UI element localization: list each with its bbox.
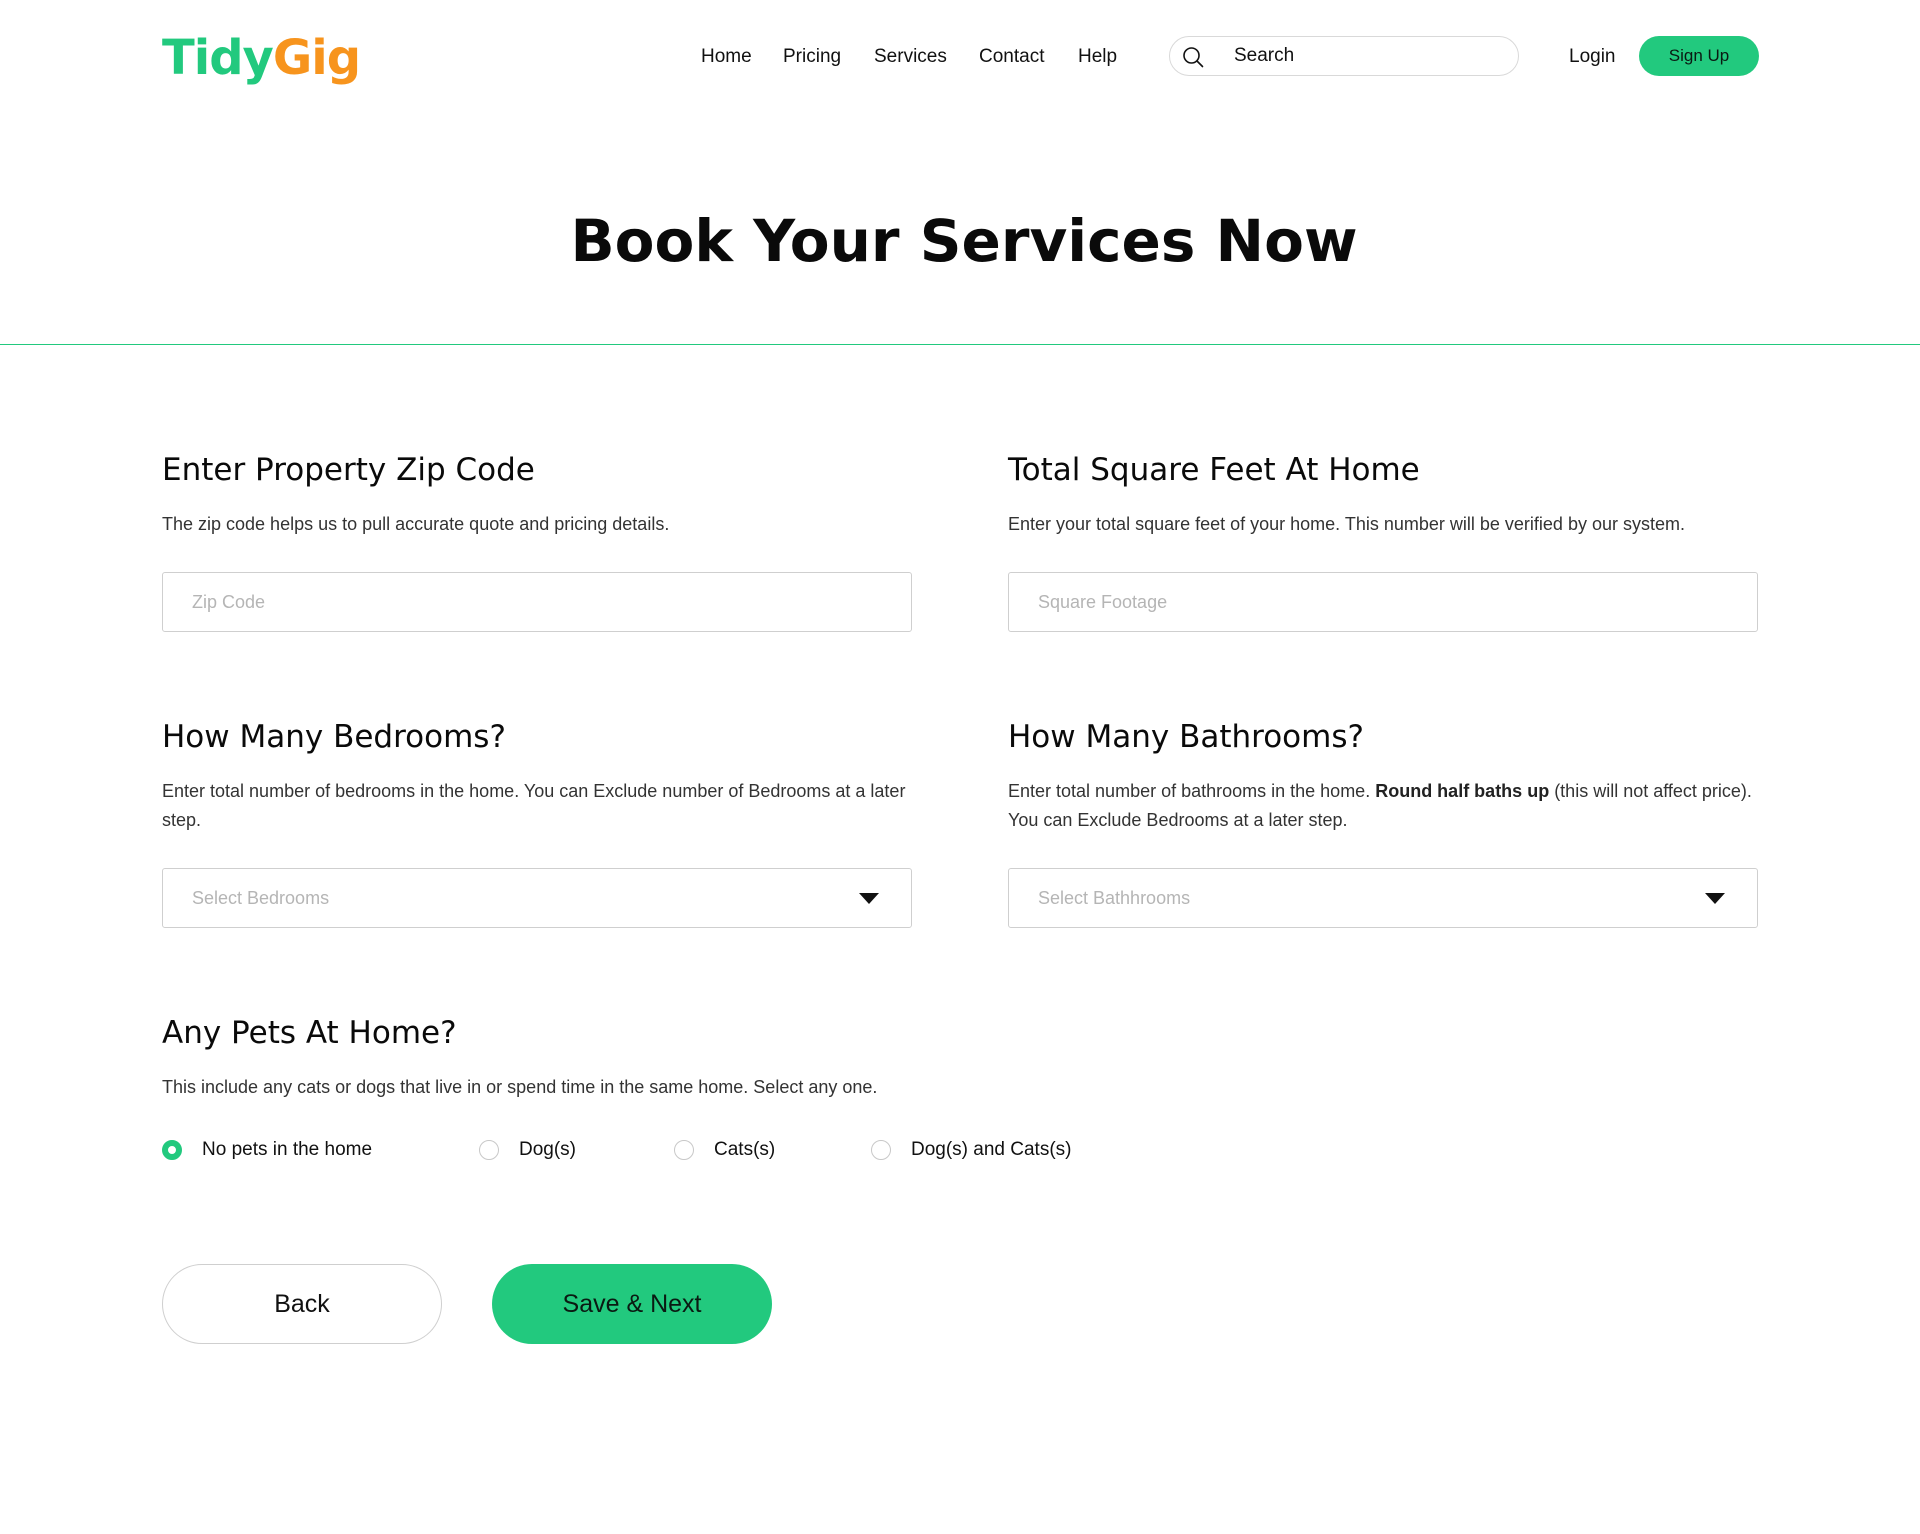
- square-feet-section: Total Square Feet At Home Enter your tot…: [1008, 450, 1758, 539]
- bedrooms-select[interactable]: Select Bedrooms: [162, 868, 912, 928]
- pets-option-label: Dog(s) and Cats(s): [911, 1139, 1072, 1160]
- search-input[interactable]: [1234, 37, 1504, 75]
- pets-option-label: Dog(s): [519, 1139, 577, 1160]
- pets-option-label: Cats(s): [714, 1139, 776, 1160]
- search-icon[interactable]: [1182, 46, 1204, 68]
- bathrooms-select[interactable]: Select Bathhrooms: [1008, 868, 1758, 928]
- search-bar[interactable]: [1169, 36, 1519, 76]
- nav-pricing[interactable]: Pricing: [783, 44, 841, 70]
- bathrooms-section: How Many Bathrooms? Enter total number o…: [1008, 717, 1758, 835]
- radio-unchecked-icon[interactable]: [871, 1140, 891, 1160]
- bedrooms-section: How Many Bedrooms? Enter total number of…: [162, 717, 912, 835]
- pets-title: Any Pets At Home?: [162, 1015, 457, 1051]
- bathrooms-title: How Many Bathrooms?: [1008, 719, 1364, 755]
- zip-code-input[interactable]: [162, 572, 912, 632]
- nav-help[interactable]: Help: [1078, 44, 1117, 70]
- save-next-button[interactable]: Save & Next: [492, 1264, 772, 1344]
- bedrooms-description: Enter total number of bedrooms in the ho…: [162, 781, 906, 830]
- brand-logo-part1: Tidy: [162, 30, 274, 86]
- site-header: TidyGig Home Pricing Services Contact He…: [0, 0, 1920, 112]
- pets-section: Any Pets At Home? This include any cats …: [162, 1013, 912, 1102]
- chevron-down-icon: [859, 893, 879, 904]
- zip-code-description: The zip code helps us to pull accurate q…: [162, 514, 670, 534]
- nav-home[interactable]: Home: [701, 44, 752, 70]
- pets-description: This include any cats or dogs that live …: [162, 1077, 878, 1097]
- brand-logo-part2: Gig: [272, 30, 361, 86]
- zip-code-section: Enter Property Zip Code The zip code hel…: [162, 450, 912, 539]
- radio-unchecked-icon[interactable]: [479, 1140, 499, 1160]
- square-feet-description: Enter your total square feet of your hom…: [1008, 514, 1685, 534]
- title-divider: [0, 344, 1920, 345]
- brand-logo[interactable]: TidyGig: [162, 28, 361, 88]
- signup-button[interactable]: Sign Up: [1639, 36, 1759, 76]
- back-button[interactable]: Back: [162, 1264, 442, 1344]
- page-title: Book Your Services Now: [570, 207, 1358, 275]
- nav-contact[interactable]: Contact: [979, 44, 1044, 70]
- radio-checked-icon[interactable]: [162, 1140, 182, 1160]
- square-footage-input[interactable]: [1008, 572, 1758, 632]
- radio-unchecked-icon[interactable]: [674, 1140, 694, 1160]
- square-feet-title: Total Square Feet At Home: [1008, 452, 1420, 488]
- bedrooms-select-placeholder: Select Bedrooms: [192, 888, 330, 908]
- bedrooms-title: How Many Bedrooms?: [162, 719, 506, 755]
- login-link[interactable]: Login: [1569, 44, 1616, 70]
- bathrooms-description: Enter total number of bathrooms in the h…: [1008, 777, 1758, 835]
- pets-option-label: No pets in the home: [202, 1139, 373, 1160]
- bathrooms-description-pre: Enter total number of bathrooms in the h…: [1008, 781, 1376, 801]
- zip-code-title: Enter Property Zip Code: [162, 452, 535, 488]
- chevron-down-icon: [1705, 893, 1725, 904]
- bathrooms-description-bold: Round half baths up: [1375, 781, 1550, 801]
- nav-services[interactable]: Services: [874, 44, 947, 70]
- bathrooms-select-placeholder: Select Bathhrooms: [1038, 888, 1191, 908]
- pets-radio-group: No pets in the home Dog(s) Cats(s) Dog(s…: [162, 1138, 1162, 1162]
